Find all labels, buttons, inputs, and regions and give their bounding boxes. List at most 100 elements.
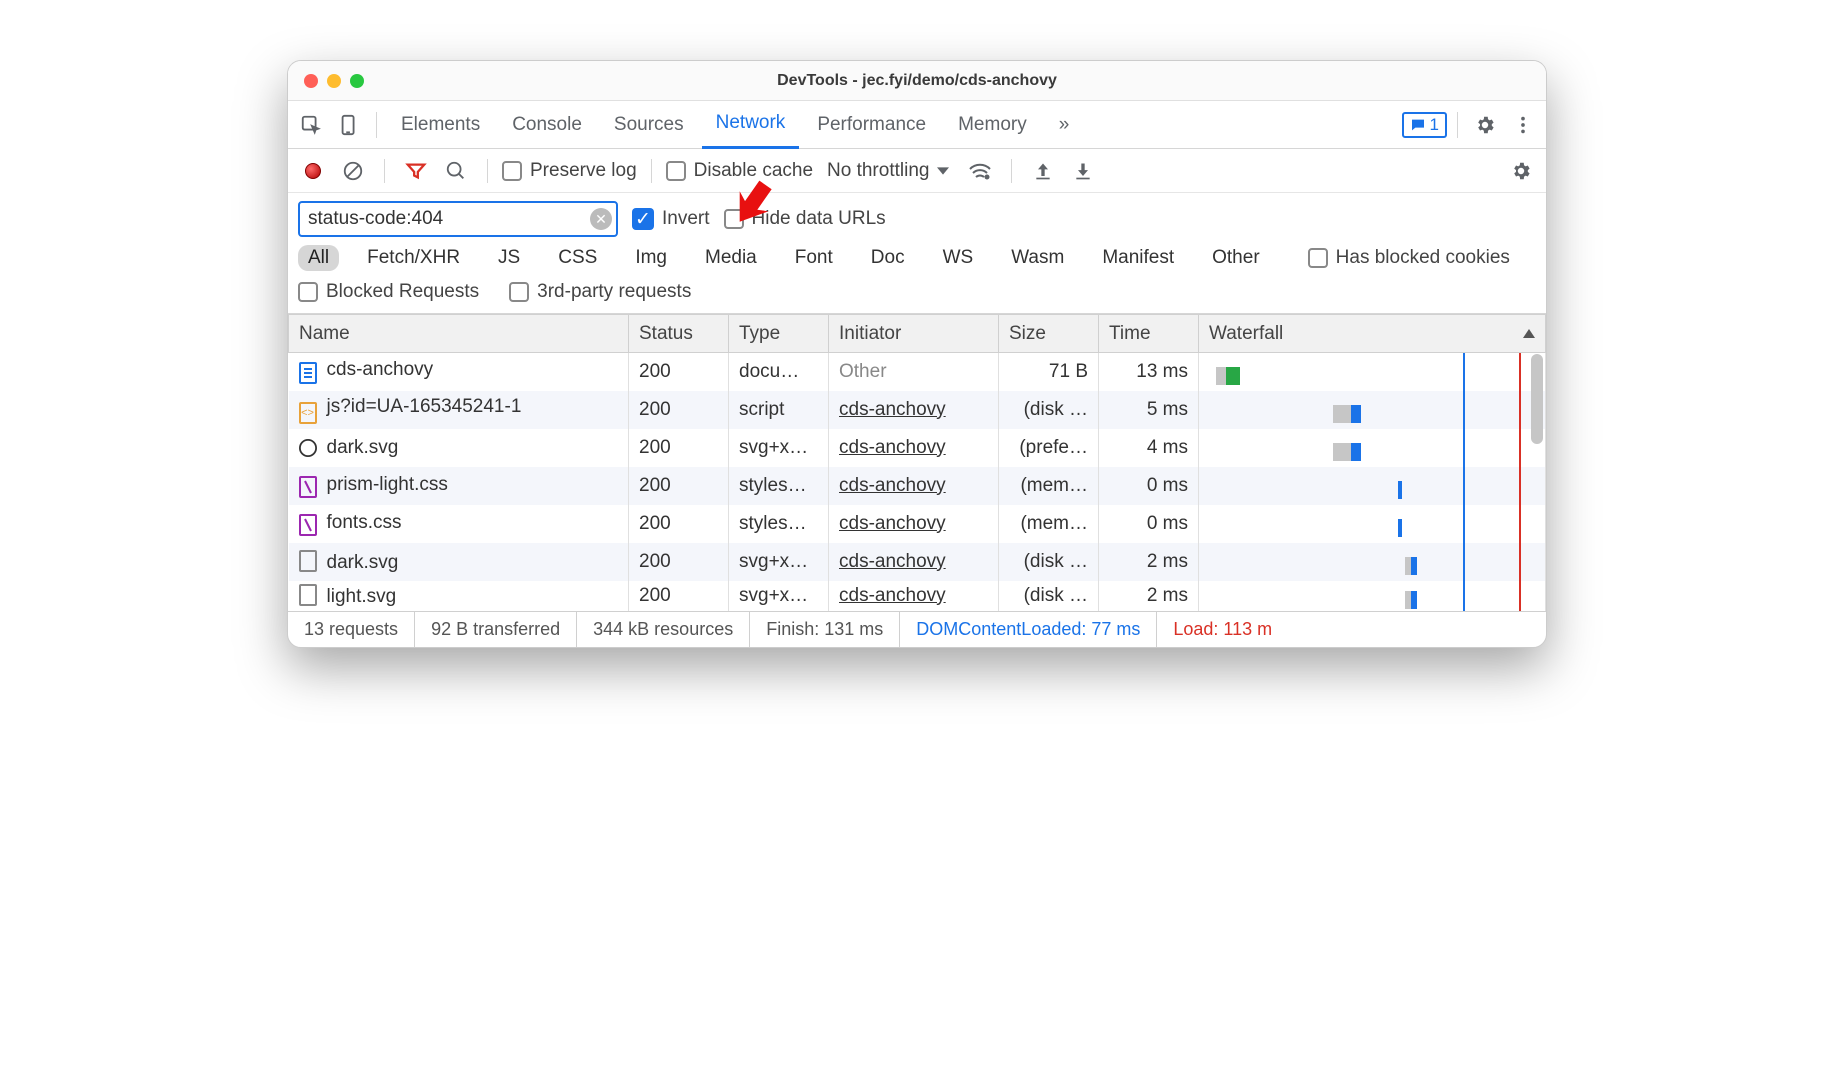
cell-size: 71 B <box>999 353 1099 391</box>
window-title: DevTools - jec.fyi/demo/cds-anchovy <box>288 72 1546 90</box>
col-type[interactable]: Type <box>729 315 829 353</box>
download-har-icon[interactable] <box>1066 154 1100 188</box>
file-icon <box>299 584 317 606</box>
third-party-checkbox[interactable]: 3rd-party requests <box>509 281 691 303</box>
cell-initiator[interactable]: cds-anchovy <box>829 543 999 581</box>
tab-performance[interactable]: Performance <box>803 101 940 149</box>
settings-icon[interactable] <box>1468 108 1502 142</box>
cell-time: 2 ms <box>1099 581 1199 611</box>
network-toolbar: Preserve log Disable cache No throttling <box>288 149 1546 193</box>
cell-initiator[interactable]: cds-anchovy <box>829 505 999 543</box>
invert-checkbox[interactable]: ✓ Invert <box>632 208 710 230</box>
table-row[interactable]: cds-anchovy200docu…Other71 B13 ms <box>289 353 1546 391</box>
type-media[interactable]: Media <box>695 245 767 271</box>
preserve-log-label: Preserve log <box>530 160 637 182</box>
tab-elements[interactable]: Elements <box>387 101 494 149</box>
third-party-label: 3rd-party requests <box>537 281 691 303</box>
tab-network[interactable]: Network <box>702 101 800 149</box>
search-icon[interactable] <box>439 154 473 188</box>
issues-badge[interactable]: 1 <box>1402 112 1447 138</box>
tabs-overflow-button[interactable]: » <box>1045 101 1084 149</box>
filter-icon[interactable] <box>399 154 433 188</box>
table-row[interactable]: dark.svg200svg+x…cds-anchovy(prefe…4 ms <box>289 429 1546 467</box>
cell-size: (prefe… <box>999 429 1099 467</box>
cell-name: light.svg <box>289 581 629 611</box>
titlebar: DevTools - jec.fyi/demo/cds-anchovy <box>288 61 1546 101</box>
type-manifest[interactable]: Manifest <box>1092 245 1184 271</box>
type-img[interactable]: Img <box>625 245 677 271</box>
cell-time: 13 ms <box>1099 353 1199 391</box>
table-row[interactable]: prism-light.css200styles…cds-anchovy(mem… <box>289 467 1546 505</box>
upload-har-icon[interactable] <box>1026 154 1060 188</box>
kebab-menu-icon[interactable] <box>1506 108 1540 142</box>
preserve-log-checkbox[interactable]: Preserve log <box>502 160 637 182</box>
cell-status: 200 <box>629 581 729 611</box>
clear-button[interactable] <box>336 154 370 188</box>
cell-initiator[interactable]: cds-anchovy <box>829 581 999 611</box>
tab-console[interactable]: Console <box>498 101 596 149</box>
script-icon: <> <box>299 402 317 424</box>
hide-data-urls-checkbox[interactable]: Hide data URLs <box>724 208 886 230</box>
col-initiator[interactable]: Initiator <box>829 315 999 353</box>
col-time[interactable]: Time <box>1099 315 1199 353</box>
cell-status: 200 <box>629 505 729 543</box>
table-header-row: Name Status Type Initiator Size Time Wat… <box>289 315 1546 353</box>
throttling-select[interactable]: No throttling <box>819 160 957 182</box>
table-row[interactable]: <>js?id=UA-165345241-1200scriptcds-ancho… <box>289 391 1546 429</box>
cell-size: (disk … <box>999 581 1099 611</box>
status-dcl: DOMContentLoaded: 77 ms <box>900 612 1157 647</box>
cell-type: svg+x… <box>729 581 829 611</box>
cell-status: 200 <box>629 543 729 581</box>
hide-data-urls-label: Hide data URLs <box>752 208 886 230</box>
type-wasm[interactable]: Wasm <box>1001 245 1074 271</box>
cell-time: 4 ms <box>1099 429 1199 467</box>
table-row[interactable]: dark.svg200svg+x…cds-anchovy(disk …2 ms <box>289 543 1546 581</box>
has-blocked-cookies-checkbox[interactable]: Has blocked cookies <box>1308 247 1510 269</box>
type-js[interactable]: JS <box>488 245 530 271</box>
type-doc[interactable]: Doc <box>861 245 915 271</box>
cell-name: prism-light.css <box>289 467 629 505</box>
filter-input[interactable] <box>298 201 618 237</box>
disable-cache-checkbox[interactable]: Disable cache <box>666 160 813 182</box>
cell-size: (mem… <box>999 505 1099 543</box>
cell-time: 0 ms <box>1099 505 1199 543</box>
sort-asc-icon <box>1523 329 1535 338</box>
cell-waterfall <box>1199 505 1546 543</box>
col-name[interactable]: Name <box>289 315 629 353</box>
type-font[interactable]: Font <box>785 245 843 271</box>
stylesheet-icon <box>299 476 317 498</box>
col-waterfall[interactable]: Waterfall <box>1199 315 1546 353</box>
blocked-requests-checkbox[interactable]: Blocked Requests <box>298 281 479 303</box>
type-all[interactable]: All <box>298 245 339 271</box>
table-row[interactable]: fonts.css200styles…cds-anchovy(mem…0 ms <box>289 505 1546 543</box>
type-fetchxhr[interactable]: Fetch/XHR <box>357 245 470 271</box>
type-css[interactable]: CSS <box>548 245 607 271</box>
throttling-label: No throttling <box>827 160 929 182</box>
col-status[interactable]: Status <box>629 315 729 353</box>
cell-initiator[interactable]: cds-anchovy <box>829 429 999 467</box>
cell-name: dark.svg <box>289 543 629 581</box>
clear-filter-icon[interactable]: ✕ <box>590 208 612 230</box>
cell-initiator[interactable]: cds-anchovy <box>829 467 999 505</box>
table-row[interactable]: light.svg200svg+x…cds-anchovy(disk …2 ms <box>289 581 1546 611</box>
device-toolbar-icon[interactable] <box>332 108 366 142</box>
col-size[interactable]: Size <box>999 315 1099 353</box>
status-transferred: 92 B transferred <box>415 612 577 647</box>
type-ws[interactable]: WS <box>933 245 984 271</box>
inspect-element-icon[interactable] <box>294 108 328 142</box>
devtools-window: DevTools - jec.fyi/demo/cds-anchovy Elem… <box>287 60 1547 648</box>
tab-memory[interactable]: Memory <box>944 101 1041 149</box>
record-button[interactable] <box>296 154 330 188</box>
tab-sources[interactable]: Sources <box>600 101 698 149</box>
checkmark-icon: ✓ <box>632 208 654 230</box>
cell-name: fonts.css <box>289 505 629 543</box>
status-resources: 344 kB resources <box>577 612 750 647</box>
has-blocked-cookies-label: Has blocked cookies <box>1336 247 1510 269</box>
type-other[interactable]: Other <box>1202 245 1270 271</box>
panel-settings-icon[interactable] <box>1504 154 1538 188</box>
table-scrollbar[interactable] <box>1531 354 1543 444</box>
cell-initiator: Other <box>829 353 999 391</box>
cell-type: docu… <box>729 353 829 391</box>
cell-initiator[interactable]: cds-anchovy <box>829 391 999 429</box>
network-conditions-icon[interactable] <box>963 154 997 188</box>
